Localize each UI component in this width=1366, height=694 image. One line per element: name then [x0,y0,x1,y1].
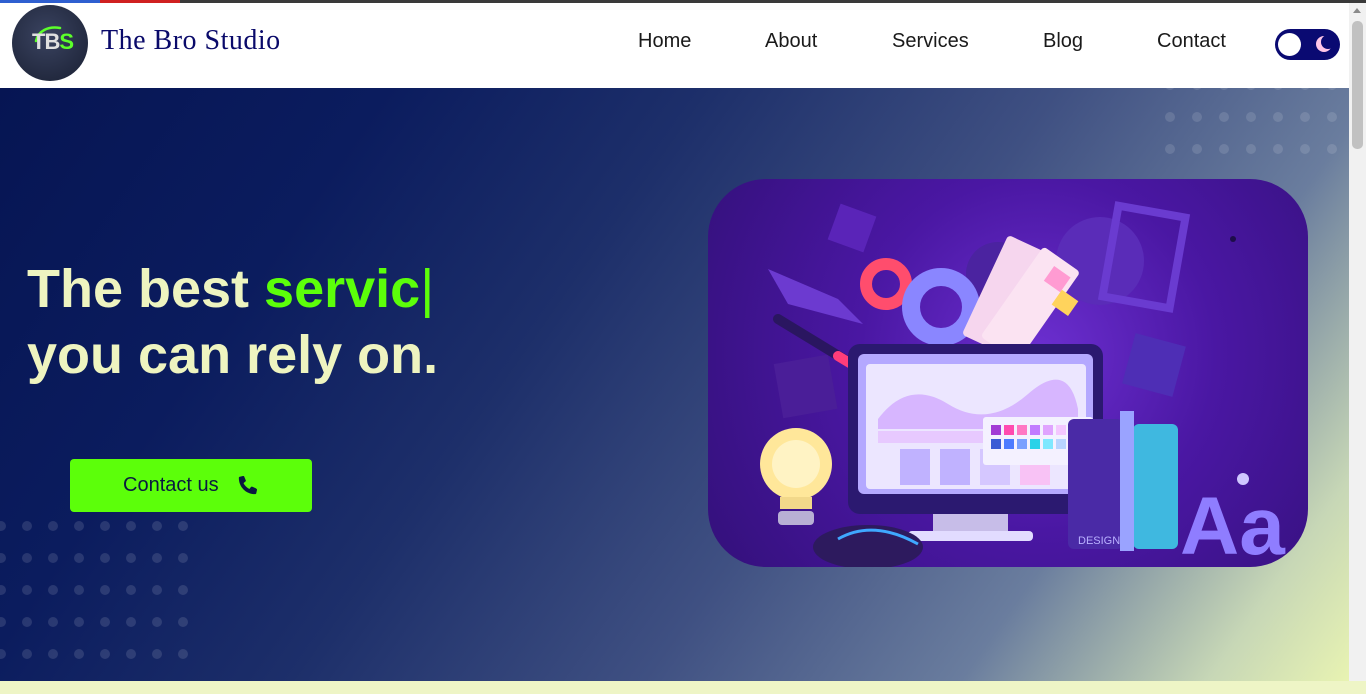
brand-name[interactable]: The Bro Studio [101,25,281,57]
scrollbar-thumb[interactable] [1352,21,1363,149]
nav-link-contact[interactable]: Contact [1157,30,1226,53]
typing-cursor: | [420,259,435,319]
contact-us-label: Contact us [123,474,219,496]
design-books: DESIGN [1068,411,1178,551]
moon-icon [1316,35,1335,52]
floating-cube [773,354,838,419]
headline-line2: you can rely on. [27,325,439,385]
illustration-svg: DESIGN Aa [760,201,1286,567]
nav-link-blog[interactable]: Blog [1043,30,1083,53]
red-gear-icon [860,258,912,310]
hero-section: The best servic| you can rely on. Contac… [0,88,1349,681]
logo[interactable]: TBS [12,5,88,81]
phone-icon [238,475,258,495]
page-scrollbar[interactable] [1349,3,1366,681]
next-section-edge [0,681,1366,694]
light-bulb-icon [760,428,832,525]
typography-letters: Aa [1180,481,1286,567]
nav-link-services[interactable]: Services [892,30,969,53]
nav-link-about[interactable]: About [765,30,817,53]
navbar: TBS The Bro Studio Home About Services B… [0,3,1349,88]
toggle-knob-icon [1278,33,1301,56]
contact-us-button[interactable]: Contact us [70,459,312,512]
dot-pattern-top-right [1165,88,1345,160]
headline-line1-start: The best [27,259,265,319]
scroll-up-arrow-icon[interactable] [1353,8,1361,13]
book-label: DESIGN [1078,535,1120,547]
sparkle-icon [1237,473,1249,485]
hero-headline: The best servic| you can rely on. [27,256,438,388]
headline-typed-word: servic [264,259,421,319]
floating-cube [827,203,877,253]
floating-cube [1122,333,1186,397]
web-design-illustration: DESIGN Aa [708,179,1308,567]
dot-pattern-bottom-left [0,521,196,671]
nav-link-home[interactable]: Home [638,30,691,53]
blue-gear-icon [902,268,980,346]
theme-toggle[interactable] [1275,29,1340,60]
logo-text: TBS [32,29,74,54]
